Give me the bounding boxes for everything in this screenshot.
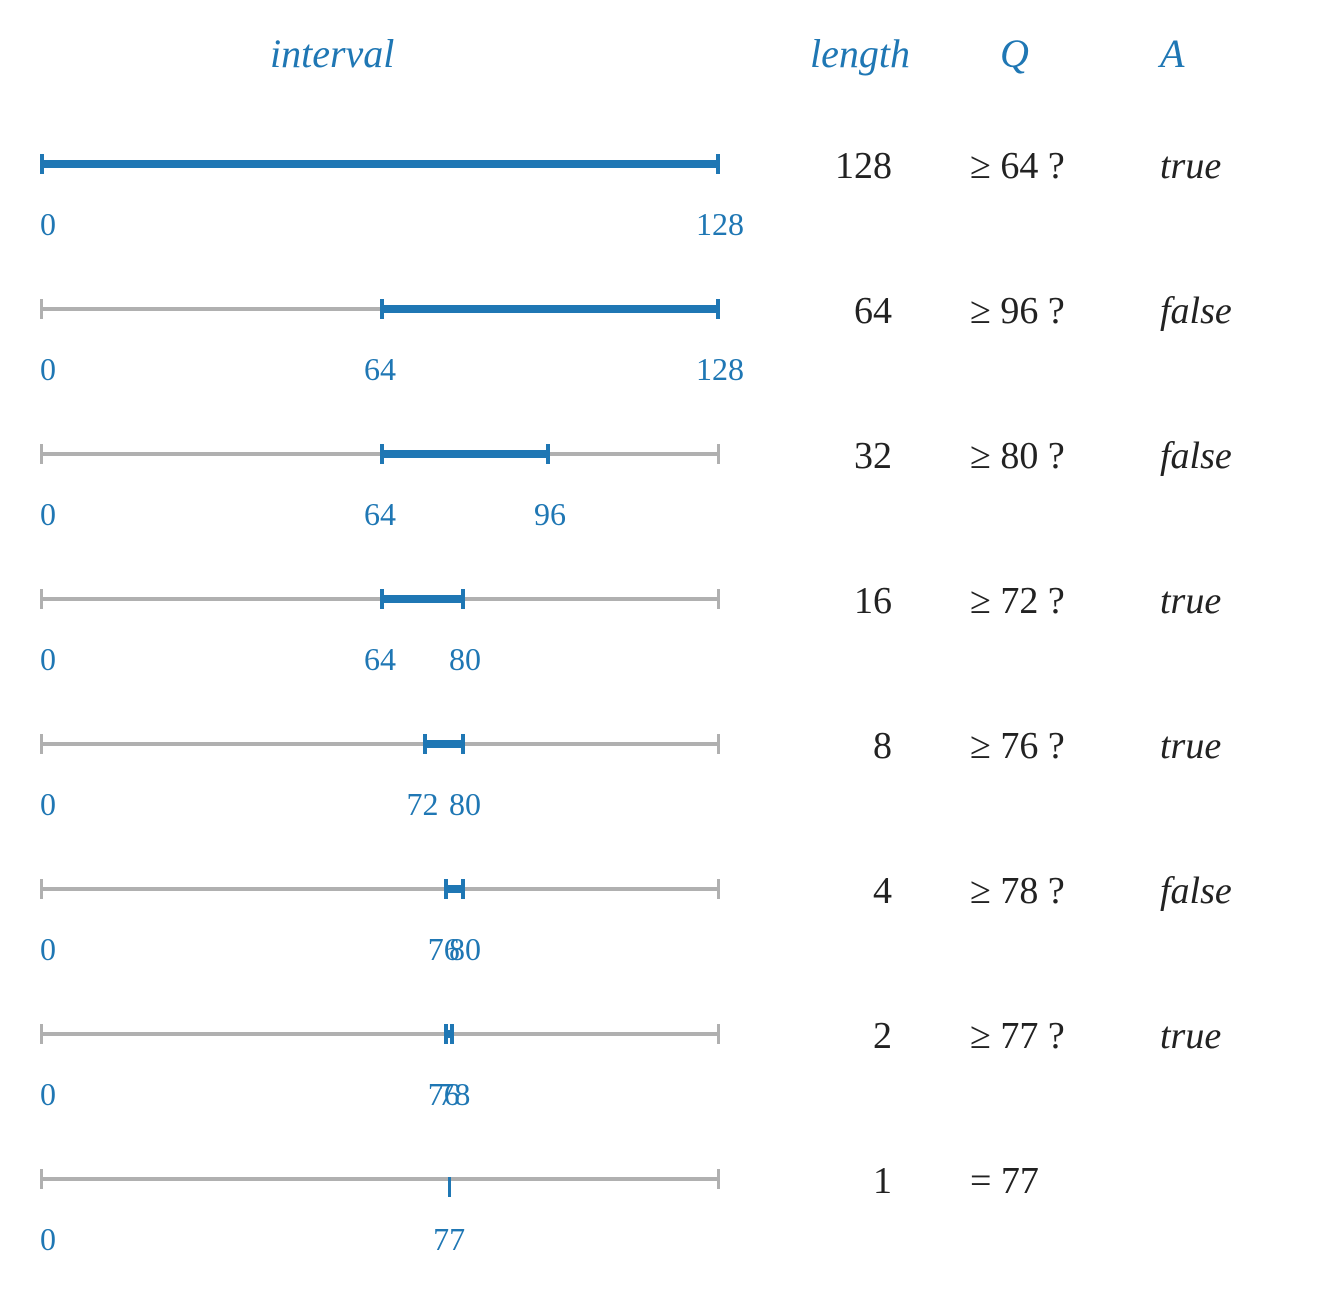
length-value: 2 — [792, 1014, 892, 1058]
range-grey — [40, 742, 720, 746]
interval-row: 06412864≥ 96 ?false — [40, 275, 1292, 420]
answer-value: true — [1160, 1014, 1221, 1058]
tick-label: 0 — [40, 206, 56, 243]
tick-label: 128 — [696, 206, 744, 243]
question-value: ≥ 96 ? — [970, 289, 1065, 333]
interval-row: 072808≥ 76 ?true — [40, 710, 1292, 855]
number-line: 077 — [40, 1175, 720, 1183]
answer-value: false — [1160, 869, 1232, 913]
tick-label: 64 — [364, 496, 396, 533]
tick-label: 96 — [534, 496, 566, 533]
number-line: 07280 — [40, 740, 720, 748]
tick-label: 80 — [449, 931, 481, 968]
length-value: 128 — [792, 144, 892, 188]
tick-label: 0 — [40, 496, 56, 533]
range-grey — [40, 887, 720, 891]
number-line: 06496 — [40, 450, 720, 458]
tick-label: 80 — [449, 786, 481, 823]
question-value: = 77 — [970, 1159, 1039, 1203]
interval-row: 0771= 77 — [40, 1145, 1292, 1290]
active-interval — [380, 305, 720, 313]
interval-row: 0649632≥ 80 ?false — [40, 420, 1292, 565]
tick-label: 72 — [407, 786, 439, 823]
length-value: 32 — [792, 434, 892, 478]
interval-row: 0128128≥ 64 ?true — [40, 130, 1292, 275]
header-length: length — [810, 30, 910, 77]
length-value: 4 — [792, 869, 892, 913]
answer-value: true — [1160, 579, 1221, 623]
length-value: 64 — [792, 289, 892, 333]
number-line: 07680 — [40, 885, 720, 893]
question-value: ≥ 64 ? — [970, 144, 1065, 188]
question-value: ≥ 78 ? — [970, 869, 1065, 913]
answer-value: false — [1160, 434, 1232, 478]
length-value: 1 — [792, 1159, 892, 1203]
length-value: 16 — [792, 579, 892, 623]
tick-label: 64 — [364, 641, 396, 678]
tick-label: 0 — [40, 641, 56, 678]
number-line: 064128 — [40, 305, 720, 313]
header-a: A — [1160, 30, 1184, 77]
rows: 0128128≥ 64 ?true06412864≥ 96 ?false0649… — [40, 130, 1292, 1290]
question-value: ≥ 80 ? — [970, 434, 1065, 478]
active-interval — [380, 595, 465, 603]
active-interval — [444, 1030, 455, 1038]
active-interval — [423, 740, 466, 748]
tick-label: 0 — [40, 1221, 56, 1258]
interval-row: 07680 4 ≥ 78 ? false — [40, 855, 1292, 1000]
interval-row: 0648016≥ 72 ?true — [40, 565, 1292, 710]
tick-label: 0 — [40, 786, 56, 823]
question-value: ≥ 76 ? — [970, 724, 1065, 768]
tick-label: 64 — [364, 351, 396, 388]
answer-value: true — [1160, 144, 1221, 188]
tick-label: 77 — [433, 1221, 465, 1258]
tick-label: 78 — [438, 1076, 470, 1113]
answer-value: false — [1160, 289, 1232, 333]
active-interval — [444, 885, 465, 893]
tick-label: 0 — [40, 351, 56, 388]
number-line: 0128 — [40, 160, 720, 168]
tick-label: 128 — [696, 351, 744, 388]
header-q: Q — [1000, 30, 1029, 77]
range-grey — [40, 1177, 720, 1181]
length-value: 8 — [792, 724, 892, 768]
question-value: ≥ 77 ? — [970, 1014, 1065, 1058]
question-value: ≥ 72 ? — [970, 579, 1065, 623]
diagram: interval length Q A 0128128≥ 64 ?true064… — [40, 30, 1292, 1290]
header-interval: interval — [270, 30, 394, 77]
tick-label: 0 — [40, 931, 56, 968]
interval-row: 07678 2 ≥ 77 ? true — [40, 1000, 1292, 1145]
number-line: 07678 — [40, 1030, 720, 1038]
final-mark — [448, 1177, 451, 1197]
column-headers: interval length Q A — [40, 30, 1292, 100]
number-line: 06480 — [40, 595, 720, 603]
tick-label: 80 — [449, 641, 481, 678]
active-interval — [40, 160, 720, 168]
active-interval — [380, 450, 550, 458]
range-grey — [40, 1032, 720, 1036]
answer-value: true — [1160, 724, 1221, 768]
tick-label: 0 — [40, 1076, 56, 1113]
